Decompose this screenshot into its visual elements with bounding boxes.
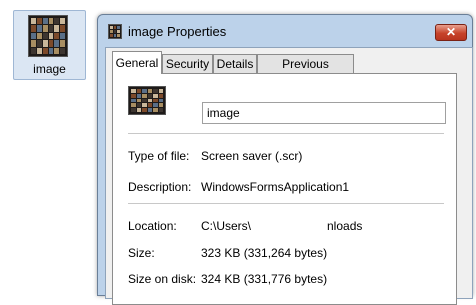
type-of-file-value: Screen saver (.scr) bbox=[201, 149, 303, 163]
description-value: WindowsFormsApplication1 bbox=[201, 180, 350, 194]
file-name-field[interactable] bbox=[202, 102, 446, 124]
tab-security[interactable]: Security bbox=[162, 54, 213, 73]
general-tab-panel: Type of file: Screen saver (.scr) Descri… bbox=[112, 73, 457, 305]
size-on-disk-label: Size on disk: bbox=[128, 272, 197, 286]
tab-details[interactable]: Details bbox=[213, 54, 257, 73]
image-thumbnail-icon bbox=[28, 15, 68, 57]
close-button[interactable]: ✕ bbox=[435, 24, 467, 41]
tab-general[interactable]: General bbox=[112, 51, 162, 74]
size-label: Size: bbox=[128, 246, 155, 260]
title-bar[interactable]: image Properties ✕ bbox=[98, 15, 472, 47]
desktop-file-icon[interactable]: image bbox=[13, 10, 86, 80]
size-on-disk-value: 324 KB (331,776 bytes) bbox=[201, 272, 328, 286]
type-of-file-label: Type of file: bbox=[128, 149, 190, 163]
location-value-start: C:\Users\ bbox=[201, 219, 252, 233]
desktop-icon-label: image bbox=[33, 62, 66, 76]
description-label: Description: bbox=[128, 180, 192, 194]
window-title: image Properties bbox=[128, 24, 227, 39]
window-icon bbox=[108, 24, 122, 39]
file-type-icon bbox=[128, 86, 166, 115]
dialog-body: General Security Details Previous Versio… bbox=[105, 47, 473, 305]
properties-window: image Properties ✕ General Security Deta… bbox=[97, 14, 473, 305]
divider bbox=[128, 203, 444, 204]
location-value-end: nloads bbox=[327, 219, 363, 233]
size-value: 323 KB (331,264 bytes) bbox=[201, 246, 328, 260]
close-icon: ✕ bbox=[445, 25, 457, 39]
location-label: Location: bbox=[128, 219, 177, 233]
divider bbox=[128, 133, 444, 134]
tab-previous-versions[interactable]: Previous Versions bbox=[257, 54, 354, 89]
